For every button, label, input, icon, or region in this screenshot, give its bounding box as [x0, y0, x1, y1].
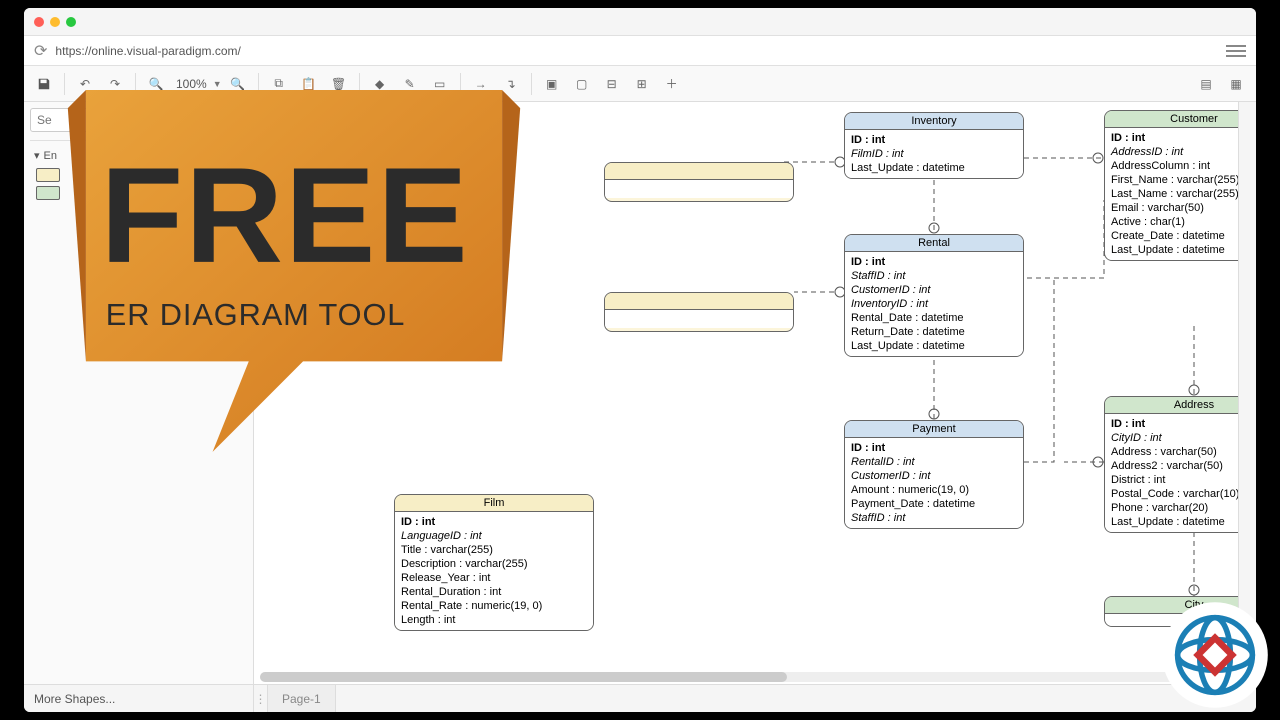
- column-row: Amount : numeric(19, 0): [851, 483, 1017, 497]
- column-row: CityID : int: [1111, 431, 1238, 445]
- column-row: Description : varchar(255): [401, 557, 587, 571]
- column-row: CustomerID : int: [851, 469, 1017, 483]
- entity-address[interactable]: Address ID : intCityID : intAddress : va…: [1104, 396, 1238, 533]
- menu-icon[interactable]: [1226, 41, 1246, 61]
- column-row: AddressColumn : int: [1111, 159, 1238, 173]
- entity-body-payment: ID : intRentalID : intCustomerID : intAm…: [845, 438, 1023, 528]
- promo-banner: FREE ER DIAGRAM TOOL: [44, 90, 544, 470]
- column-row: Return_Date : datetime: [851, 325, 1017, 339]
- entity-film[interactable]: Film ID : intLanguageID : intTitle : var…: [394, 494, 594, 631]
- entity-title: Inventory: [845, 113, 1023, 130]
- column-row: Phone : varchar(20): [1111, 501, 1238, 515]
- column-row: Rental_Duration : int: [401, 585, 587, 599]
- column-row: Email : varchar(50): [1111, 201, 1238, 215]
- column-row: Last_Update : datetime: [1111, 515, 1238, 529]
- promo-main-text: FREE: [100, 139, 469, 291]
- column-row: CustomerID : int: [851, 283, 1017, 297]
- entity-customer[interactable]: Customer ID : intAddressID : intAddressC…: [1104, 110, 1238, 261]
- format-panel-icon[interactable]: ▤: [1192, 70, 1220, 98]
- column-row: ID : int: [851, 255, 1017, 269]
- column-row: Title : varchar(255): [401, 543, 587, 557]
- column-row: ID : int: [851, 133, 1017, 147]
- maximize-dot[interactable]: [66, 17, 76, 27]
- promo-sub-text: ER DIAGRAM TOOL: [106, 297, 406, 332]
- entity-title: Payment: [845, 421, 1023, 438]
- entity-hidden-1[interactable]: [604, 162, 794, 202]
- entity-title: Address: [1105, 397, 1238, 414]
- outline-panel-icon[interactable]: ▦: [1222, 70, 1250, 98]
- column-row: Length : int: [401, 613, 587, 627]
- column-row: ID : int: [401, 515, 587, 529]
- entity-inventory[interactable]: Inventory ID : intFilmID : intLast_Updat…: [844, 112, 1024, 179]
- entity-title: Rental: [845, 235, 1023, 252]
- column-row: Last_Update : datetime: [851, 161, 1017, 175]
- entity-rental[interactable]: Rental ID : intStaffID : intCustomerID :…: [844, 234, 1024, 357]
- entity-body-rental: ID : intStaffID : intCustomerID : intInv…: [845, 252, 1023, 356]
- entity-hidden-2[interactable]: [604, 292, 794, 332]
- zoom-level[interactable]: 100%: [172, 77, 211, 91]
- column-row: ID : int: [1111, 131, 1238, 145]
- zoom-dropdown-icon[interactable]: ▼: [213, 79, 222, 89]
- toback-icon[interactable]: ▢: [568, 70, 596, 98]
- url-bar: ⟳: [24, 36, 1256, 66]
- brand-logo: [1160, 600, 1270, 710]
- minimize-dot[interactable]: [50, 17, 60, 27]
- add-icon[interactable]: ＋: [658, 70, 686, 98]
- column-row: District : int: [1111, 473, 1238, 487]
- column-row: StaffID : int: [851, 269, 1017, 283]
- column-row: InventoryID : int: [851, 297, 1017, 311]
- column-row: First_Name : varchar(255): [1111, 173, 1238, 187]
- close-dot[interactable]: [34, 17, 44, 27]
- column-row: FilmID : int: [851, 147, 1017, 161]
- column-row: Rental_Date : datetime: [851, 311, 1017, 325]
- status-bar: More Shapes... ⋮ Page-1: [24, 684, 1256, 712]
- more-shapes-link[interactable]: More Shapes...: [24, 685, 254, 712]
- scrollbar-thumb[interactable]: [260, 672, 787, 682]
- column-row: ID : int: [1111, 417, 1238, 431]
- url-input[interactable]: [55, 44, 1218, 58]
- column-row: Last_Name : varchar(255): [1111, 187, 1238, 201]
- column-row: AddressID : int: [1111, 145, 1238, 159]
- column-row: Address : varchar(50): [1111, 445, 1238, 459]
- entity-body-customer: ID : intAddressID : intAddressColumn : i…: [1105, 128, 1238, 260]
- column-row: Last_Update : datetime: [1111, 243, 1238, 257]
- vertical-scrollbar[interactable]: [1238, 102, 1256, 684]
- entity-body-film: ID : intLanguageID : intTitle : varchar(…: [395, 512, 593, 630]
- column-row: Last_Update : datetime: [851, 339, 1017, 353]
- column-row: Release_Year : int: [401, 571, 587, 585]
- column-row: LanguageID : int: [401, 529, 587, 543]
- chevron-down-icon: ▾: [34, 149, 40, 162]
- entity-body-address: ID : intCityID : intAddress : varchar(50…: [1105, 414, 1238, 532]
- entity-title: Film: [395, 495, 593, 512]
- column-row: Payment_Date : datetime: [851, 497, 1017, 511]
- tab-handle-icon[interactable]: ⋮: [254, 685, 268, 712]
- reload-icon[interactable]: ⟳: [34, 41, 47, 61]
- column-row: Rental_Rate : numeric(19, 0): [401, 599, 587, 613]
- entity-body-inventory: ID : intFilmID : intLast_Update : dateti…: [845, 130, 1023, 178]
- column-row: RentalID : int: [851, 455, 1017, 469]
- column-row: StaffID : int: [851, 511, 1017, 525]
- entity-title: Customer: [1105, 111, 1238, 128]
- column-row: ID : int: [851, 441, 1017, 455]
- column-row: Active : char(1): [1111, 215, 1238, 229]
- horizontal-scrollbar[interactable]: [260, 672, 1218, 682]
- column-row: Create_Date : datetime: [1111, 229, 1238, 243]
- entity-payment[interactable]: Payment ID : intRentalID : intCustomerID…: [844, 420, 1024, 529]
- align-icon[interactable]: ⊟: [598, 70, 626, 98]
- titlebar: [24, 8, 1256, 36]
- distribute-icon[interactable]: ⊞: [628, 70, 656, 98]
- column-row: Address2 : varchar(50): [1111, 459, 1238, 473]
- column-row: Postal_Code : varchar(10): [1111, 487, 1238, 501]
- page-tab[interactable]: Page-1: [268, 685, 336, 712]
